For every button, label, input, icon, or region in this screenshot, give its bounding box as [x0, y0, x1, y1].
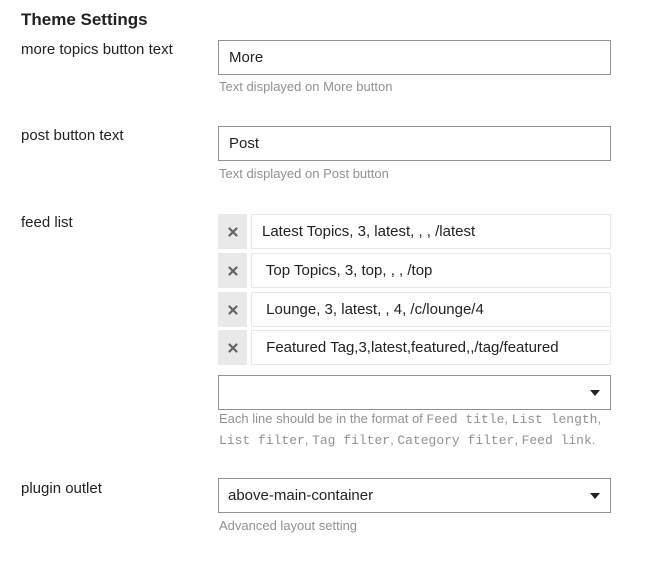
close-icon	[227, 265, 238, 276]
remove-item-button[interactable]	[218, 330, 247, 365]
setting-label-plugin-outlet: plugin outlet	[21, 480, 102, 497]
format-end: .	[591, 432, 596, 447]
feed-list-item-input[interactable]	[251, 214, 611, 249]
feed-list-item-input[interactable]	[251, 330, 611, 365]
close-icon	[227, 342, 238, 353]
feed-list-item-input[interactable]	[251, 253, 611, 288]
setting-label-more-topics: more topics button text	[21, 41, 173, 58]
more-topics-help: Text displayed on More button	[219, 79, 393, 94]
format-feed-link: Feed link	[521, 433, 592, 448]
theme-settings-page: Theme Settings more topics button text T…	[0, 0, 646, 561]
close-icon	[227, 304, 238, 315]
setting-label-post-button: post button text	[21, 127, 124, 144]
caret-down-icon	[590, 493, 600, 499]
remove-item-button[interactable]	[218, 292, 247, 327]
page-title: Theme Settings	[21, 10, 148, 29]
plugin-outlet-help: Advanced layout setting	[219, 518, 358, 533]
feed-list-help-prefix: Each line should be in the format of	[219, 411, 427, 426]
format-tag-filter: Tag filter	[312, 433, 391, 448]
post-button-input[interactable]	[218, 126, 611, 161]
format-feed-title: Feed title	[426, 412, 505, 427]
close-icon	[227, 226, 238, 237]
format-category-filter: Category filter	[397, 433, 515, 448]
remove-item-button[interactable]	[218, 214, 247, 249]
feed-list-help: Each line should be in the format of Fee…	[219, 409, 619, 451]
format-list-length: List length	[511, 412, 598, 427]
format-separator: ,	[504, 411, 512, 426]
plugin-outlet-selected-value: above-main-container	[228, 487, 374, 504]
setting-label-feed-list: feed list	[21, 214, 73, 231]
caret-down-icon	[590, 390, 600, 396]
format-separator: ,	[597, 411, 602, 426]
plugin-outlet-select[interactable]: above-main-container	[218, 478, 611, 513]
feed-list-add-combobox[interactable]	[218, 375, 611, 410]
more-topics-input[interactable]	[218, 40, 611, 75]
format-separator: ,	[304, 432, 313, 447]
remove-item-button[interactable]	[218, 253, 247, 288]
post-button-help: Text displayed on Post button	[219, 166, 389, 181]
feed-list-item-input[interactable]	[251, 292, 611, 327]
format-list-filter: List filter	[219, 433, 305, 448]
format-separator: ,	[514, 432, 522, 447]
